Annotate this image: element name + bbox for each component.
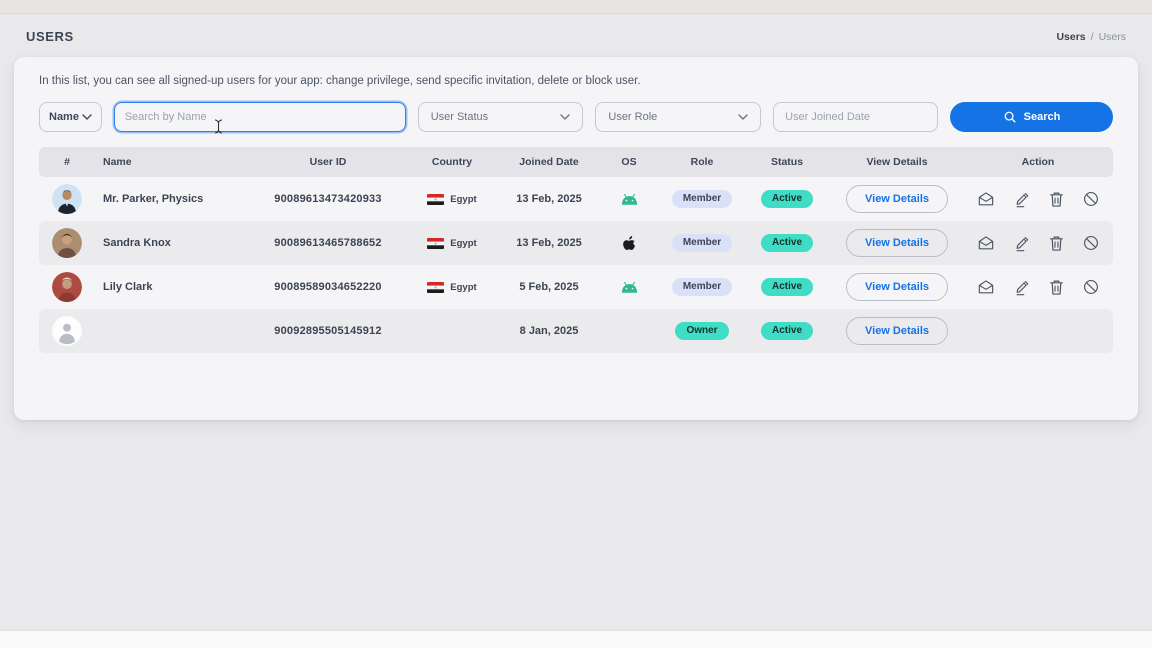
table-row: Mr. Parker, Physics 90089613473420933 Eg… [39, 177, 1113, 221]
block-icon[interactable] [1083, 191, 1099, 207]
delete-icon[interactable] [1049, 235, 1064, 252]
user-id: 90089613465788652 [253, 237, 403, 249]
user-status-placeholder: User Status [431, 111, 488, 123]
search-button[interactable]: Search [950, 102, 1113, 132]
user-name: Lily Clark [95, 281, 253, 293]
view-details-button[interactable]: View Details [846, 273, 948, 301]
table-header-row: # Name User ID Country Joined Date OS Ro… [39, 147, 1113, 177]
app-window: USERS Users / Users In this list, you ca… [0, 0, 1152, 648]
user-role-select[interactable]: User Role [595, 102, 761, 132]
chevron-down-icon [82, 114, 92, 120]
delete-icon[interactable] [1049, 279, 1064, 296]
country-label: Egypt [450, 282, 476, 293]
block-icon[interactable] [1083, 279, 1099, 295]
page-header: USERS Users / Users [0, 14, 1152, 57]
user-country: Egypt [403, 238, 501, 249]
col-header-action: Action [963, 156, 1113, 168]
chevron-down-icon [738, 114, 748, 120]
mail-icon[interactable] [977, 191, 995, 207]
user-id: 90089613473420933 [253, 193, 403, 205]
breadcrumb-current[interactable]: Users [1099, 31, 1126, 43]
edit-icon[interactable] [1014, 235, 1030, 252]
filter-bar: Name User Status User Role Search [27, 102, 1125, 132]
avatar [52, 272, 82, 302]
user-placeholder-icon [52, 316, 82, 346]
joined-date: 13 Feb, 2025 [501, 193, 597, 205]
col-header-name: Name [95, 156, 253, 168]
card-description: In this list, you can see all signed-up … [27, 73, 1125, 87]
search-button-label: Search [1024, 111, 1061, 123]
android-icon [620, 193, 639, 206]
joined-date-input[interactable] [774, 103, 937, 131]
joined-date-wrapper [773, 102, 938, 132]
search-field-select[interactable]: Name [39, 102, 102, 132]
avatar [52, 184, 82, 214]
joined-date: 13 Feb, 2025 [501, 237, 597, 249]
edit-icon[interactable] [1014, 191, 1030, 208]
users-card: In this list, you can see all signed-up … [14, 57, 1138, 420]
col-header-index: # [39, 156, 95, 168]
col-header-os: OS [597, 156, 661, 168]
search-icon [1003, 110, 1017, 124]
egypt-flag-icon [427, 282, 444, 293]
name-search-wrapper [114, 102, 406, 132]
mail-icon[interactable] [977, 235, 995, 251]
view-details-button[interactable]: View Details [846, 185, 948, 213]
user-status-select[interactable]: User Status [418, 102, 584, 132]
view-details-button[interactable]: View Details [846, 317, 948, 345]
table-row: Sandra Knox 90089613465788652 Egypt 13 F… [39, 221, 1113, 265]
user-name: Mr. Parker, Physics [95, 193, 253, 205]
country-label: Egypt [450, 194, 476, 205]
role-badge: Member [672, 190, 732, 208]
chevron-down-icon [560, 114, 570, 120]
status-badge: Active [761, 322, 813, 340]
user-role-placeholder: User Role [608, 111, 657, 123]
joined-date: 8 Jan, 2025 [501, 325, 597, 337]
breadcrumb: Users / Users [1056, 31, 1126, 43]
table-row: 90092895505145912 8 Jan, 2025 Owner Acti… [39, 309, 1113, 353]
col-header-view-details: View Details [831, 156, 963, 168]
role-badge: Member [672, 234, 732, 252]
name-search-input[interactable] [115, 103, 405, 131]
col-header-country: Country [403, 156, 501, 168]
egypt-flag-icon [427, 194, 444, 205]
user-id: 90092895505145912 [253, 325, 403, 337]
country-label: Egypt [450, 238, 476, 249]
mail-icon[interactable] [977, 279, 995, 295]
block-icon[interactable] [1083, 235, 1099, 251]
view-details-button[interactable]: View Details [846, 229, 948, 257]
page-title: USERS [26, 29, 74, 44]
apple-icon [622, 235, 637, 252]
status-badge: Active [761, 278, 813, 296]
col-header-user-id: User ID [253, 156, 403, 168]
table-row: Lily Clark 90089589034652220 Egypt 5 Feb… [39, 265, 1113, 309]
col-header-status: Status [743, 156, 831, 168]
android-icon [620, 281, 639, 294]
user-country: Egypt [403, 194, 501, 205]
egypt-flag-icon [427, 238, 444, 249]
user-id: 90089589034652220 [253, 281, 403, 293]
users-table: # Name User ID Country Joined Date OS Ro… [39, 147, 1113, 353]
search-field-value: Name [49, 111, 79, 123]
status-badge: Active [761, 190, 813, 208]
status-badge: Active [761, 234, 813, 252]
bottom-strip [0, 630, 1152, 648]
delete-icon[interactable] [1049, 191, 1064, 208]
edit-icon[interactable] [1014, 279, 1030, 296]
col-header-joined-date: Joined Date [501, 156, 597, 168]
role-badge: Owner [675, 322, 728, 340]
browser-top-strip [0, 0, 1152, 14]
col-header-role: Role [661, 156, 743, 168]
breadcrumb-section[interactable]: Users [1056, 31, 1085, 43]
joined-date: 5 Feb, 2025 [501, 281, 597, 293]
breadcrumb-separator: / [1091, 31, 1094, 43]
role-badge: Member [672, 278, 732, 296]
user-country: Egypt [403, 282, 501, 293]
avatar [52, 228, 82, 258]
user-name: Sandra Knox [95, 237, 253, 249]
